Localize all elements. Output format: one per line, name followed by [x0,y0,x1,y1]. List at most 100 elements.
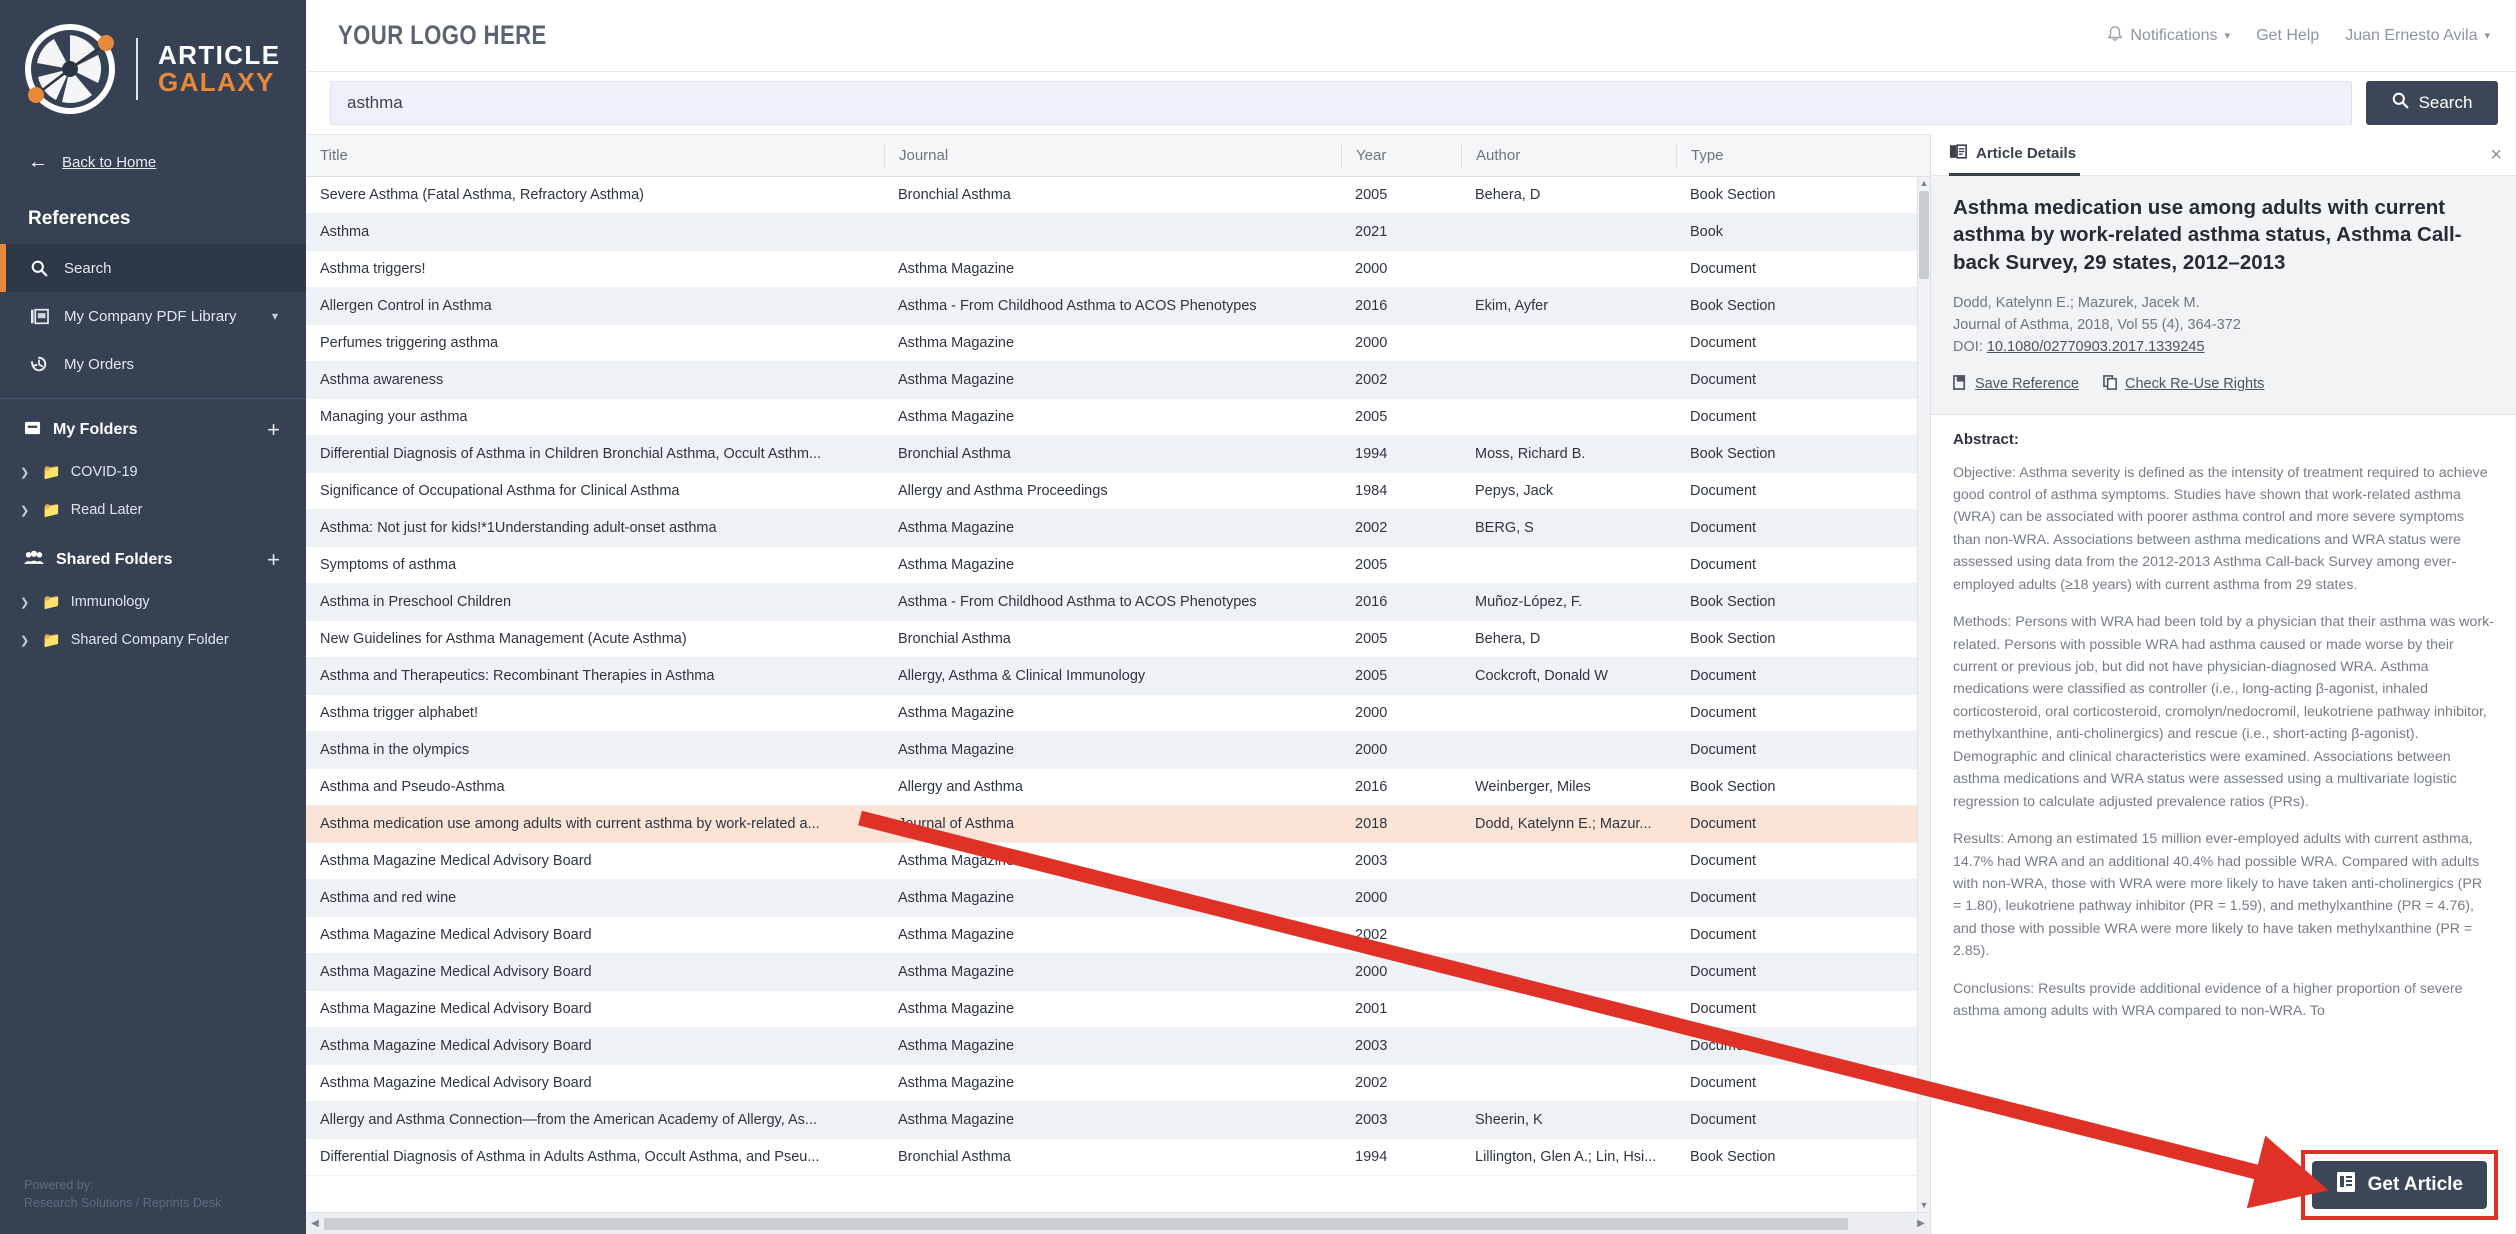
abstract-label: Abstract: [1953,430,2019,448]
user-name-label: Juan Ernesto Avila [2345,26,2478,44]
column-header-title[interactable]: Title [306,143,884,169]
my-folders-header: My Folders + [0,399,306,453]
table-row[interactable]: Asthma Magazine Medical Advisory Board As… [306,991,1930,1028]
cell-title: Perfumes triggering asthma [320,335,499,351]
vertical-scroll-thumb[interactable] [1919,191,1929,279]
cell-year: 2002 [1355,520,1388,536]
sidebar-item-pdf-library[interactable]: My Company PDF Library ▾ [0,292,306,340]
tab-article-details[interactable]: Article Details [1949,134,2081,176]
folder-item-shared-company-folder[interactable]: ❯ 📁 Shared Company Folder [0,621,306,659]
brand-wordmark: ARTICLE GALAXY [152,42,280,95]
document-icon [2336,1171,2356,1199]
search-input[interactable] [330,81,2352,125]
cell-type: Document [1690,1112,1757,1128]
article-title: Asthma medication use among adults with … [1953,196,2462,274]
cell-type: Document [1690,816,1757,832]
get-help-link[interactable]: Get Help [2256,27,2319,45]
folder-item-label: Read Later [70,502,143,518]
add-folder-button[interactable]: + [267,417,280,443]
table-row[interactable]: Asthma Magazine Medical Advisory Board As… [306,917,1930,954]
table-horizontal-scrollbar[interactable]: ◀ ▶ [306,1212,1930,1234]
table-row[interactable]: Asthma: Not just for kids!*1Understandin… [306,510,1930,547]
cell-type: Book [1690,224,1724,240]
folder-item-label: COVID-19 [70,464,138,480]
folder-icon: 📁 [42,502,61,519]
table-row[interactable]: Severe Asthma (Fatal Asthma, Refractory … [306,177,1930,214]
cell-type: Book Section [1690,446,1776,462]
close-icon[interactable]: × [2490,145,2502,165]
add-shared-folder-button[interactable]: + [267,547,280,573]
scroll-down-arrow-icon[interactable]: ▼ [1918,1199,1930,1212]
column-header-journal[interactable]: Journal [884,142,1341,169]
horizontal-scroll-thumb[interactable] [324,1217,1849,1230]
search-button[interactable]: Search [2366,81,2498,125]
table-row[interactable]: Asthma and Pseudo-Asthma Allergy and Asth… [306,769,1930,806]
table-row[interactable]: Asthma awareness Asthma Magazine 2002 Docum… [306,362,1930,399]
cell-year: 2005 [1355,631,1388,647]
cell-journal: Bronchial Asthma [898,187,1011,203]
cell-title: Differential Diagnosis of Asthma in Adul… [320,1149,820,1165]
horizontal-scroll-track[interactable] [324,1217,1912,1230]
folder-item-label: Shared Company Folder [70,632,229,648]
table-row[interactable]: Differential Diagnosis of Asthma in Adul… [306,1139,1930,1176]
table-row[interactable]: Asthma Magazine Medical Advisory Board As… [306,843,1930,880]
cell-journal: Journal of Asthma [898,816,1015,832]
cell-title: Asthma trigger alphabet! [320,705,478,721]
folder-item-read-later[interactable]: ❯ 📁 Read Later [0,491,306,529]
notifications-menu[interactable]: Notifications ▾ [2107,25,2230,47]
folder-item-immunology[interactable]: ❯ 📁 Immunology [0,583,306,621]
table-row[interactable]: Asthma in the olympics Asthma Magazine 200… [306,732,1930,769]
sidebar-item-my-orders[interactable]: My Orders [0,340,306,388]
scroll-right-arrow-icon[interactable]: ▶ [1912,1218,1930,1229]
table-row[interactable]: Asthma 2021 Book [306,214,1930,251]
chevron-right-icon[interactable]: ❯ [20,596,32,609]
table-row[interactable]: Differential Diagnosis of Asthma in Chil… [306,436,1930,473]
column-header-type[interactable]: Type [1676,142,1930,169]
chevron-right-icon[interactable]: ❯ [20,504,32,517]
cell-type: Book Section [1690,594,1776,610]
sidebar-item-search[interactable]: Search [0,244,306,292]
table-row[interactable]: Perfumes triggering asthma Asthma Magazin… [306,325,1930,362]
table-row[interactable]: New Guidelines for Asthma Management (Ac… [306,621,1930,658]
table-row[interactable]: Symptoms of asthma Asthma Magazine 2005 Doc… [306,547,1930,584]
sidebar-item-pdf-library-label: My Company PDF Library [64,307,237,325]
table-row[interactable]: Asthma Magazine Medical Advisory Board As… [306,1065,1930,1102]
folder-item-covid-19[interactable]: ❯ 📁 COVID-19 [0,453,306,491]
chevron-right-icon[interactable]: ❯ [20,466,32,479]
table-row[interactable]: Asthma and red wine Asthma Magazine 2000 Do… [306,880,1930,917]
scroll-left-arrow-icon[interactable]: ◀ [306,1218,324,1229]
get-help-label: Get Help [2256,26,2320,44]
get-article-label: Get Article [2367,1174,2463,1195]
column-header-year[interactable]: Year [1341,142,1461,169]
search-bar: Search [306,72,2516,134]
get-article-button[interactable]: Get Article [2311,1161,2487,1209]
folder-icon: 📁 [42,464,61,481]
table-row[interactable]: Significance of Occupational Asthma for … [306,473,1930,510]
save-reference-button[interactable]: Save Reference [1953,374,2079,394]
table-row[interactable]: Asthma and Therapeutics: Recombinant The… [306,658,1930,695]
table-row[interactable]: Allergy and Asthma Connection—from the A… [306,1102,1930,1139]
doi-link[interactable]: 10.1080/02770903.2017.1339245 [1987,339,2205,355]
table-row[interactable]: Asthma Magazine Medical Advisory Board As… [306,954,1930,991]
table-row[interactable]: Asthma triggers! Asthma Magazine 2000 Docum… [306,251,1930,288]
table-row[interactable]: Managing your asthma Asthma Magazine 2005 D… [306,399,1930,436]
user-menu[interactable]: Juan Ernesto Avila ▾ [2345,27,2490,45]
table-row[interactable]: Allergen Control in Asthma Asthma - From … [306,288,1930,325]
table-row[interactable]: Asthma medication use among adults with … [306,806,1930,843]
cell-author: Sheerin, K [1475,1112,1543,1128]
scroll-up-arrow-icon[interactable]: ▲ [1918,177,1930,190]
cell-title: Allergy and Asthma Connection—from the A… [320,1112,818,1128]
cell-year: 2000 [1355,964,1388,980]
table-row[interactable]: Asthma Magazine Medical Advisory Board As… [306,1028,1930,1065]
table-vertical-scrollbar[interactable]: ▲ ▼ [1917,177,1930,1212]
column-header-author[interactable]: Author [1461,142,1676,169]
brand-logo[interactable]: ARTICLE GALAXY [0,0,306,138]
table-row[interactable]: Asthma in Preschool Children Asthma - Fro… [306,584,1930,621]
cell-year: 2000 [1355,890,1388,906]
back-to-home-link[interactable]: ← Back to Home [0,138,306,186]
check-reuse-rights-button[interactable]: Check Re-Use Rights [2103,374,2264,394]
powered-by-line-1: Powered by: [24,1177,94,1192]
chevron-down-icon[interactable]: ▾ [272,309,278,323]
table-row[interactable]: Asthma trigger alphabet! Asthma Magazine 2… [306,695,1930,732]
chevron-right-icon[interactable]: ❯ [20,634,32,647]
